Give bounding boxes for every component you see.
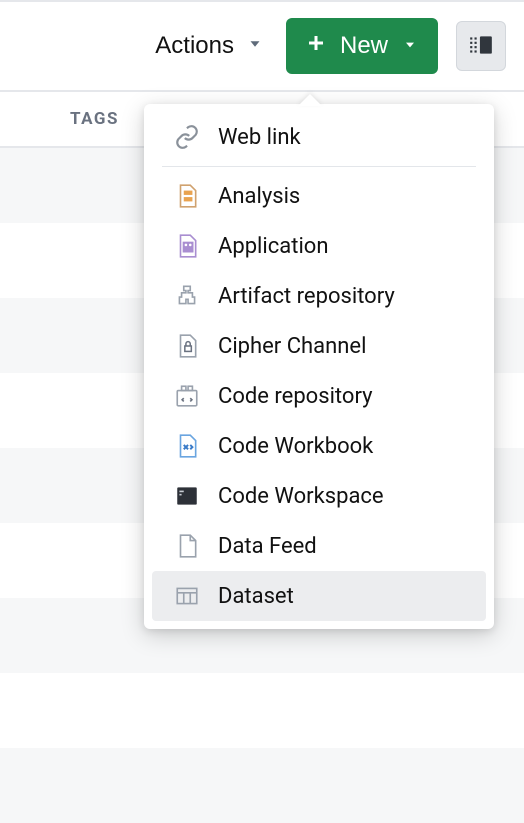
menu-item-label: Code repository bbox=[218, 384, 373, 409]
menu-item-code-workbook[interactable]: Code Workbook bbox=[152, 421, 486, 471]
new-label: New bbox=[340, 32, 388, 60]
code-repo-icon bbox=[174, 383, 200, 409]
menu-item-label: Code Workspace bbox=[218, 484, 384, 509]
code-workspace-icon bbox=[174, 483, 200, 509]
menu-item-label: Cipher Channel bbox=[218, 334, 366, 359]
table-row[interactable] bbox=[0, 673, 524, 748]
application-icon bbox=[174, 233, 200, 259]
menu-item-label: Analysis bbox=[218, 184, 300, 209]
panel-view-icon bbox=[468, 32, 494, 61]
menu-item-dataset[interactable]: Dataset bbox=[152, 571, 486, 621]
chevron-down-icon bbox=[246, 32, 264, 60]
menu-item-code-workspace[interactable]: Code Workspace bbox=[152, 471, 486, 521]
data-feed-icon bbox=[174, 533, 200, 559]
toolbar: Actions New bbox=[0, 2, 524, 90]
menu-divider bbox=[162, 166, 476, 167]
actions-button[interactable]: Actions bbox=[151, 24, 268, 68]
code-workbook-icon bbox=[174, 433, 200, 459]
new-dropdown-menu: Web link Analysis Application bbox=[144, 104, 494, 629]
new-button[interactable]: New bbox=[286, 18, 438, 74]
dataset-icon bbox=[174, 583, 200, 609]
menu-item-label: Data Feed bbox=[218, 534, 317, 559]
menu-item-cipher-channel[interactable]: Cipher Channel bbox=[152, 321, 486, 371]
menu-item-label: Artifact repository bbox=[218, 284, 395, 309]
view-toggle-button[interactable] bbox=[456, 21, 506, 71]
artifact-repo-icon bbox=[174, 283, 200, 309]
menu-item-label: Code Workbook bbox=[218, 434, 373, 459]
analysis-icon bbox=[174, 183, 200, 209]
actions-label: Actions bbox=[155, 32, 234, 60]
plus-icon bbox=[306, 32, 326, 60]
menu-item-label: Application bbox=[218, 234, 328, 259]
table-row[interactable] bbox=[0, 748, 524, 823]
menu-item-analysis[interactable]: Analysis bbox=[152, 171, 486, 221]
menu-item-web-link[interactable]: Web link bbox=[152, 112, 486, 162]
tags-column-header: TAGS bbox=[70, 109, 119, 129]
menu-item-data-feed[interactable]: Data Feed bbox=[152, 521, 486, 571]
chevron-down-icon bbox=[402, 32, 418, 60]
menu-item-label: Web link bbox=[218, 125, 301, 150]
menu-item-artifact-repository[interactable]: Artifact repository bbox=[152, 271, 486, 321]
menu-item-label: Dataset bbox=[218, 584, 294, 609]
menu-item-application[interactable]: Application bbox=[152, 221, 486, 271]
cipher-channel-icon bbox=[174, 333, 200, 359]
dropdown-arrow bbox=[298, 94, 322, 106]
link-icon bbox=[174, 124, 200, 150]
menu-item-code-repository[interactable]: Code repository bbox=[152, 371, 486, 421]
